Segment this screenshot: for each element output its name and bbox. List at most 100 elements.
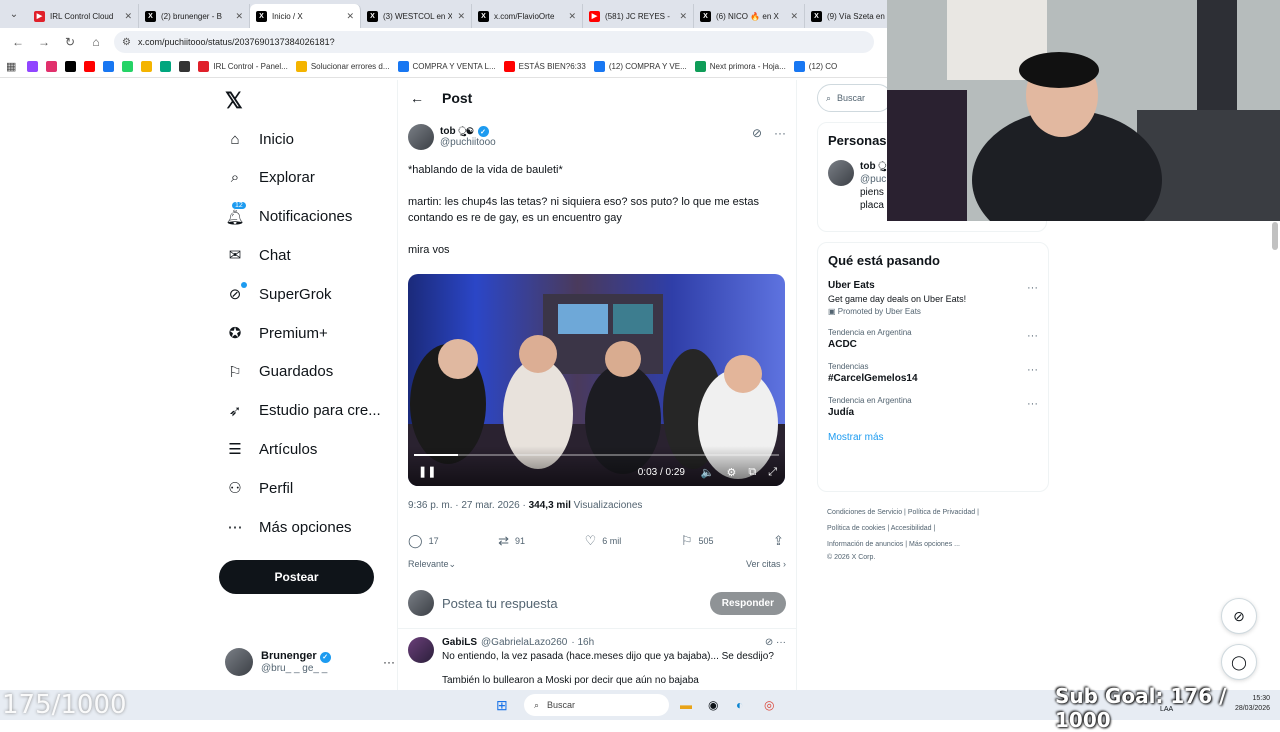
nav-item-supergrok[interactable]: ⊘ SuperGrok xyxy=(225,279,332,309)
bookmark-item[interactable] xyxy=(157,61,174,72)
trend-item[interactable]: Tendencia en Argentina Judía ··· xyxy=(828,396,1038,418)
like-button[interactable]: ♡ 6 mil xyxy=(585,533,622,549)
close-icon[interactable]: ✕ xyxy=(346,11,354,22)
close-icon[interactable]: ✕ xyxy=(124,11,132,22)
miniplayer-icon[interactable]: ⧉ xyxy=(748,466,756,479)
author-avatar[interactable] xyxy=(408,124,434,150)
messages-fab-icon[interactable]: ◯ xyxy=(1221,644,1257,680)
file-explorer-icon[interactable]: ▬ xyxy=(680,694,692,716)
chrome-icon[interactable]: ◎ xyxy=(764,694,774,716)
more-dots-icon[interactable]: ··· xyxy=(774,126,786,140)
more-dots-icon[interactable]: ··· xyxy=(1027,282,1038,294)
more-dots-icon[interactable]: ··· xyxy=(1027,364,1038,376)
grok-fab-icon[interactable]: ⊘ xyxy=(1221,598,1257,634)
nav-item-artículos[interactable]: ☰ Artículos xyxy=(225,434,317,464)
nav-item-guardados[interactable]: ⚐ Guardados xyxy=(225,357,333,387)
nav-item-explorar[interactable]: ⌕ Explorar xyxy=(225,163,315,193)
more-dots-icon[interactable]: ··· xyxy=(383,655,395,669)
bookmark-item[interactable] xyxy=(176,61,193,72)
x-logo-icon[interactable]: 𝕏 xyxy=(225,88,249,113)
more-dots-icon[interactable]: ··· xyxy=(1027,398,1038,410)
browser-tab[interactable]: X (2) brunenger - B ✕ xyxy=(139,4,250,28)
trend-item[interactable]: Uber Eats Get game day deals on Uber Eats… xyxy=(828,280,1038,316)
bookmark-item[interactable] xyxy=(100,61,117,72)
home-browser-icon[interactable]: ⌂ xyxy=(84,30,108,54)
bookmark-item[interactable] xyxy=(62,61,79,72)
nav-item-chat[interactable]: ✉ Chat xyxy=(225,240,291,270)
nav-item-notificaciones[interactable]: 🔔︎ 12 Notificaciones xyxy=(225,200,352,232)
forward-icon[interactable]: → xyxy=(32,30,56,54)
person-name[interactable]: tob ુ xyxy=(860,161,886,172)
footer-link[interactable]: Política de cookies xyxy=(827,525,885,532)
browser-tab[interactable]: X (6) NICO 🔥 en X ✕ xyxy=(694,4,805,28)
edge-icon[interactable]: ◐ xyxy=(736,694,743,716)
close-icon[interactable]: ✕ xyxy=(457,11,465,22)
footer-link[interactable]: Política de Privacidad xyxy=(908,509,975,516)
scrollbar[interactable] xyxy=(1272,222,1278,250)
trend-item[interactable]: Tendencia en Argentina ACDC ··· xyxy=(828,328,1038,350)
bookmark-item[interactable] xyxy=(24,61,41,72)
nav-item-perfil[interactable]: ⚇ Perfil xyxy=(225,473,293,503)
footer-link[interactable]: Más opciones ... xyxy=(909,541,960,548)
fullscreen-icon[interactable]: ⤢ xyxy=(768,466,777,479)
footer-link[interactable]: Accesibilidad xyxy=(891,525,932,532)
browser-tab[interactable]: Xx.com/FlavioOrte ✕ xyxy=(472,4,583,28)
author-name[interactable]: tob ુ☯ xyxy=(440,126,474,137)
bookmark-item[interactable]: Next primora - Hoja... xyxy=(692,61,789,72)
close-icon[interactable]: ✕ xyxy=(790,11,798,22)
browser-tab[interactable]: ▶ (581) JC REYES - ✕ xyxy=(583,4,694,28)
back-arrow-icon[interactable]: ← xyxy=(410,90,424,106)
nav-item-inicio[interactable]: ⌂ Inicio xyxy=(225,124,294,154)
footer-link[interactable]: Condiciones de Servicio xyxy=(827,509,902,516)
avatar[interactable] xyxy=(828,160,854,186)
bookmark-button[interactable]: ⚐ 505 xyxy=(681,533,714,549)
site-info-icon[interactable]: ⚙ xyxy=(122,37,131,48)
bookmark-item[interactable]: (12) CO xyxy=(791,61,840,72)
bookmark-item[interactable]: IRL Control - Panel... xyxy=(195,61,290,72)
apps-icon[interactable]: ▦ xyxy=(6,60,16,73)
repost-button[interactable]: ⇄ 91 xyxy=(498,533,525,549)
browser-tab[interactable]: X Inicio / X ✕ xyxy=(250,4,361,28)
bookmark-item[interactable]: (12) COMPRA Y VE... xyxy=(591,61,690,72)
pause-icon[interactable]: ❚❚ xyxy=(418,465,436,478)
share-button[interactable]: ⇪ xyxy=(773,533,784,549)
bookmark-item[interactable] xyxy=(81,61,98,72)
nav-item-estudio-para-cre-[interactable]: ➶ Estudio para cre... xyxy=(225,396,381,426)
reply-submit-button[interactable]: Responder xyxy=(709,591,786,615)
show-more-link[interactable]: Mostrar más xyxy=(828,432,1038,443)
reload-icon[interactable]: ↻ xyxy=(58,30,82,54)
comment-author[interactable]: GabiLS xyxy=(442,637,477,648)
reply-button[interactable]: ◯ 17 xyxy=(408,533,439,549)
trend-item[interactable]: Tendencias #CarcelGemelos14 ··· xyxy=(828,362,1038,384)
taskbar-search[interactable]: ⌕ Buscar xyxy=(524,694,669,716)
reply-input[interactable]: Postea tu respuesta xyxy=(442,596,702,611)
sort-dropdown[interactable]: Relevante⌄ xyxy=(408,559,456,570)
video-player[interactable]: ❚❚ 0:03 / 0:29 🔈 ⚙ ⧉ ⤢ xyxy=(408,274,785,486)
video-progress-bar[interactable] xyxy=(414,454,779,456)
nav-item-más-opciones[interactable]: ⋯ Más opciones xyxy=(225,512,352,542)
bookmark-item[interactable] xyxy=(138,61,155,72)
browser-tab[interactable]: ▶ IRL Control Cloud ✕ xyxy=(28,4,139,28)
close-icon[interactable]: ✕ xyxy=(679,11,687,22)
back-icon[interactable]: ← xyxy=(6,30,30,54)
more-dots-icon[interactable]: ··· xyxy=(1027,330,1038,342)
close-icon[interactable]: ✕ xyxy=(568,11,576,22)
author-handle[interactable]: @puchiitooo xyxy=(440,137,496,148)
search-input[interactable]: ⌕ Buscar xyxy=(817,84,892,112)
volume-icon[interactable]: 🔈 xyxy=(701,466,715,479)
grok-icon[interactable]: ⊘ xyxy=(752,126,762,140)
nav-item-premium-[interactable]: ✪ Premium+ xyxy=(225,318,328,348)
more-dots-icon[interactable]: ⊘ ··· xyxy=(765,637,786,648)
comment[interactable]: GabiLS @GabrielaLazo260 · 16h ⊘ ··· No e… xyxy=(398,628,796,690)
bookmark-item[interactable]: COMPRA Y VENTA L... xyxy=(395,61,499,72)
post-button[interactable]: Postear xyxy=(219,560,374,594)
close-icon[interactable]: ✕ xyxy=(235,11,243,22)
comment-avatar[interactable] xyxy=(408,637,434,663)
tab-list-button[interactable]: ⌄ xyxy=(0,0,28,28)
bookmark-item[interactable]: Solucionar errores d... xyxy=(293,61,393,72)
url-field[interactable]: ⚙ x.com/puchiitooo/status/20376901373840… xyxy=(114,31,874,53)
settings-icon[interactable]: ⚙ xyxy=(726,466,736,479)
app-icon[interactable]: ◉ xyxy=(708,694,718,716)
view-quotes-link[interactable]: Ver citas › xyxy=(746,559,786,570)
bookmark-item[interactable] xyxy=(119,61,136,72)
